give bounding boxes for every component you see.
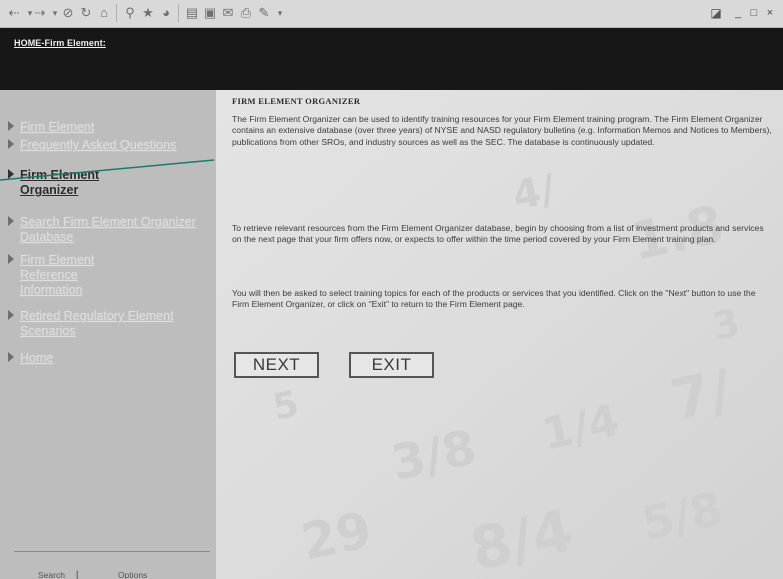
- sidebar-item-label[interactable]: Home: [8, 351, 208, 366]
- history-icon[interactable]: ◕: [158, 5, 174, 21]
- maximize-button[interactable]: □: [747, 6, 761, 20]
- stop-icon[interactable]: ⊘: [60, 5, 76, 21]
- sidebar-item-label[interactable]: Retired Regulatory Element Scenarios: [8, 309, 194, 339]
- sidebar-footer-divider: [14, 551, 210, 552]
- next-button[interactable]: NEXT: [234, 352, 319, 378]
- sidebar-item-label[interactable]: Search Firm Element Organizer Database: [8, 215, 204, 245]
- print-icon[interactable]: ⎙: [238, 5, 254, 21]
- window-controls: ◪ _ □ ×: [707, 4, 777, 22]
- sidebar-item-search-organizer-database[interactable]: Search Firm Element Organizer Database: [8, 215, 204, 245]
- triangle-right-icon: [8, 121, 14, 131]
- channels-icon[interactable]: ▤: [184, 5, 200, 21]
- toolbar-separator: [116, 4, 117, 22]
- search-link[interactable]: Search: [38, 570, 65, 579]
- next-steps-paragraph: You will then be asked to select trainin…: [232, 288, 756, 310]
- browser-toolbar: ⇠ ▾ ⇢ ▾ ⊘ ↻ ⌂ ⚲ ★ ◕ ▤ ▣ ✉ ⎙ ✎ ▾ ◪ _ □ ×: [0, 0, 783, 28]
- triangle-right-icon: [8, 216, 14, 226]
- edit-dropdown-icon[interactable]: ▾: [272, 5, 288, 21]
- edit-icon[interactable]: ✎: [256, 5, 272, 21]
- forward-icon[interactable]: ⇢: [32, 5, 48, 21]
- sidebar-item-label[interactable]: Firm Element: [8, 120, 208, 135]
- site-banner: HOME-Firm Element:: [0, 28, 783, 90]
- sidebar-item-home[interactable]: Home: [8, 351, 208, 366]
- sidebar-item-firm-element-organizer[interactable]: Firm Element Organizer: [8, 168, 158, 198]
- exit-button[interactable]: EXIT: [349, 352, 434, 378]
- stock-ticker-background: 4/ 1.8 5 3/8 1/4 7/ 29 8/4 5/8 3: [216, 90, 783, 579]
- instructions-paragraph: To retrieve relevant resources from the …: [232, 223, 764, 245]
- sidebar-item-firm-element[interactable]: Firm Element: [8, 120, 208, 135]
- toolbar-separator: [178, 4, 179, 22]
- footer-separator: |: [76, 569, 79, 579]
- refresh-icon[interactable]: ↻: [78, 5, 94, 21]
- mail-icon[interactable]: ✉: [220, 5, 236, 21]
- search-icon[interactable]: ⚲: [122, 5, 138, 21]
- back-icon[interactable]: ⇠: [6, 5, 22, 21]
- minimize-button[interactable]: _: [731, 6, 745, 20]
- favorites-icon[interactable]: ★: [140, 5, 156, 21]
- close-button[interactable]: ×: [763, 6, 777, 20]
- browser-window: ⇠ ▾ ⇢ ▾ ⊘ ↻ ⌂ ⚲ ★ ◕ ▤ ▣ ✉ ⎙ ✎ ▾ ◪ _ □ × …: [0, 0, 783, 579]
- intro-paragraph: The Firm Element Organizer can be used t…: [232, 114, 772, 147]
- page-title: FIRM ELEMENT ORGANIZER: [232, 96, 361, 106]
- home-icon[interactable]: ⌂: [96, 5, 112, 21]
- options-link[interactable]: Options: [118, 570, 147, 579]
- triangle-right-icon: [8, 169, 14, 179]
- sidebar-item-retired-scenarios[interactable]: Retired Regulatory Element Scenarios: [8, 309, 194, 339]
- sidebar-item-reference-information[interactable]: Firm Element Reference Information: [8, 253, 138, 298]
- sidebar-item-label[interactable]: Frequently Asked Questions: [8, 138, 178, 153]
- sidebar: Firm Element Frequently Asked Questions …: [0, 90, 216, 579]
- triangle-right-icon: [8, 254, 14, 264]
- ie-logo-icon: ◪: [710, 6, 722, 20]
- sidebar-item-faq[interactable]: Frequently Asked Questions: [8, 138, 178, 153]
- triangle-right-icon: [8, 310, 14, 320]
- triangle-right-icon: [8, 139, 14, 149]
- fullscreen-icon[interactable]: ▣: [202, 5, 218, 21]
- triangle-right-icon: [8, 352, 14, 362]
- sidebar-item-label[interactable]: Firm Element Reference Information: [8, 253, 138, 298]
- breadcrumb[interactable]: HOME-Firm Element:: [14, 38, 106, 48]
- sidebar-item-label[interactable]: Firm Element Organizer: [8, 168, 158, 198]
- main-content: 4/ 1.8 5 3/8 1/4 7/ 29 8/4 5/8 3 FIRM EL…: [216, 90, 783, 579]
